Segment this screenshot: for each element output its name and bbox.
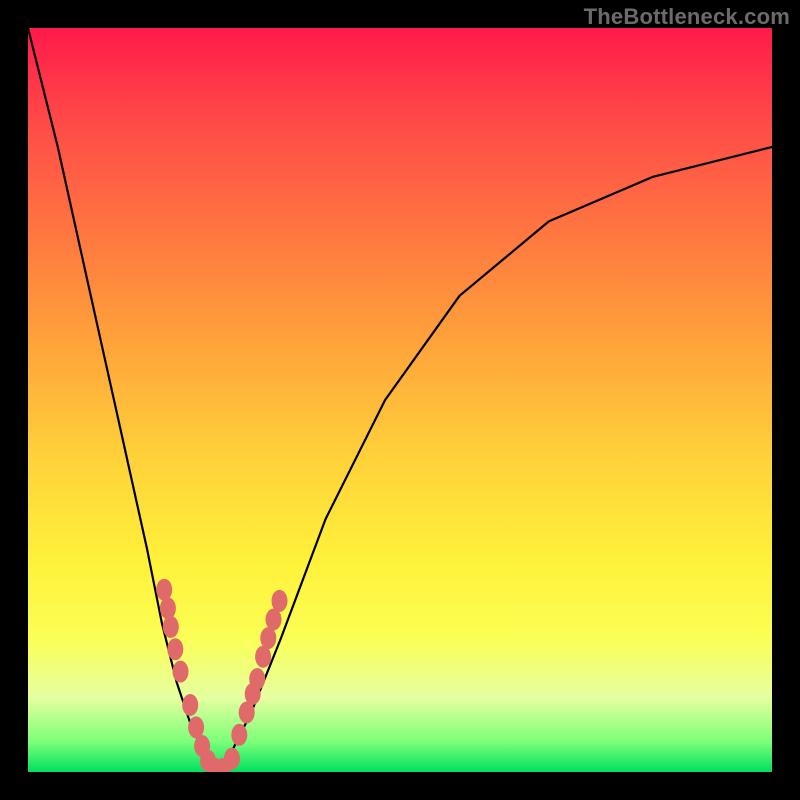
bead xyxy=(182,694,198,716)
chart-svg xyxy=(28,28,772,772)
bead xyxy=(156,579,172,601)
bead xyxy=(224,748,240,770)
bead xyxy=(231,724,247,746)
highlight-beads xyxy=(156,579,287,772)
bead xyxy=(163,616,179,638)
bead xyxy=(167,638,183,660)
bead xyxy=(173,661,189,683)
watermark-text: TheBottleneck.com xyxy=(584,4,790,30)
bottleneck-curve xyxy=(28,28,772,772)
bead xyxy=(272,590,288,612)
bead xyxy=(249,668,265,690)
bead xyxy=(160,597,176,619)
chart-frame: TheBottleneck.com xyxy=(0,0,800,800)
plot-area xyxy=(28,28,772,772)
